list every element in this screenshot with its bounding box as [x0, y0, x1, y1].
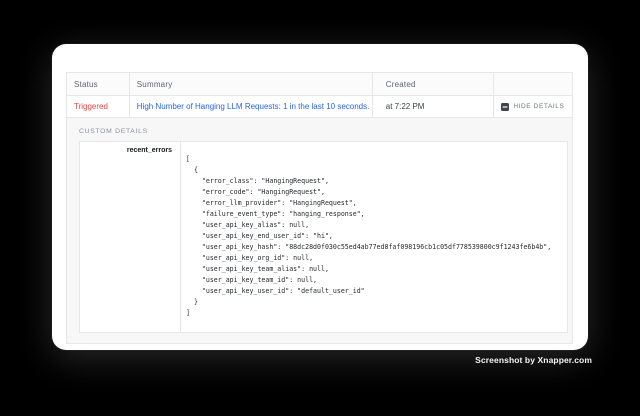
alert-table-row: Triggered High Number of Hanging LLM Req… [67, 96, 572, 118]
summary-link[interactable]: High Number of Hanging LLM Requests: 1 i… [137, 102, 370, 111]
column-header-status: Status [67, 73, 130, 95]
summary-cell: High Number of Hanging LLM Requests: 1 i… [130, 96, 373, 117]
status-cell: Triggered [67, 96, 130, 117]
status-badge: Triggered [74, 102, 108, 111]
json-content: [ { "error_class": "HangingRequest", "er… [181, 142, 567, 332]
column-header-summary: Summary [130, 73, 373, 95]
created-value: at 7:22 PM [386, 102, 425, 111]
watermark-text: Screenshot by Xnapper.com [475, 355, 592, 365]
custom-details-label: CUSTOM DETAILS [67, 118, 572, 135]
screenshot-background: Status Summary Created Triggered High Nu… [0, 0, 640, 416]
custom-details-section: CUSTOM DETAILS recent_errors [ { "error_… [67, 118, 572, 343]
alert-card: Status Summary Created Triggered High Nu… [52, 44, 588, 350]
hide-details-label: HIDE DETAILS [513, 103, 564, 110]
details-key-column: recent_errors [80, 142, 181, 332]
column-header-actions [494, 73, 572, 95]
minus-square-icon [501, 103, 509, 111]
table-header-row: Status Summary Created [67, 73, 572, 96]
actions-cell: HIDE DETAILS [494, 96, 572, 117]
column-header-created: Created [373, 73, 495, 95]
alerts-table: Status Summary Created Triggered High Nu… [66, 72, 573, 344]
details-key-label: recent_errors [127, 147, 172, 332]
details-box: recent_errors [ { "error_class": "Hangin… [79, 141, 568, 333]
created-cell: at 7:22 PM [373, 96, 495, 117]
hide-details-button[interactable]: HIDE DETAILS [501, 103, 564, 111]
